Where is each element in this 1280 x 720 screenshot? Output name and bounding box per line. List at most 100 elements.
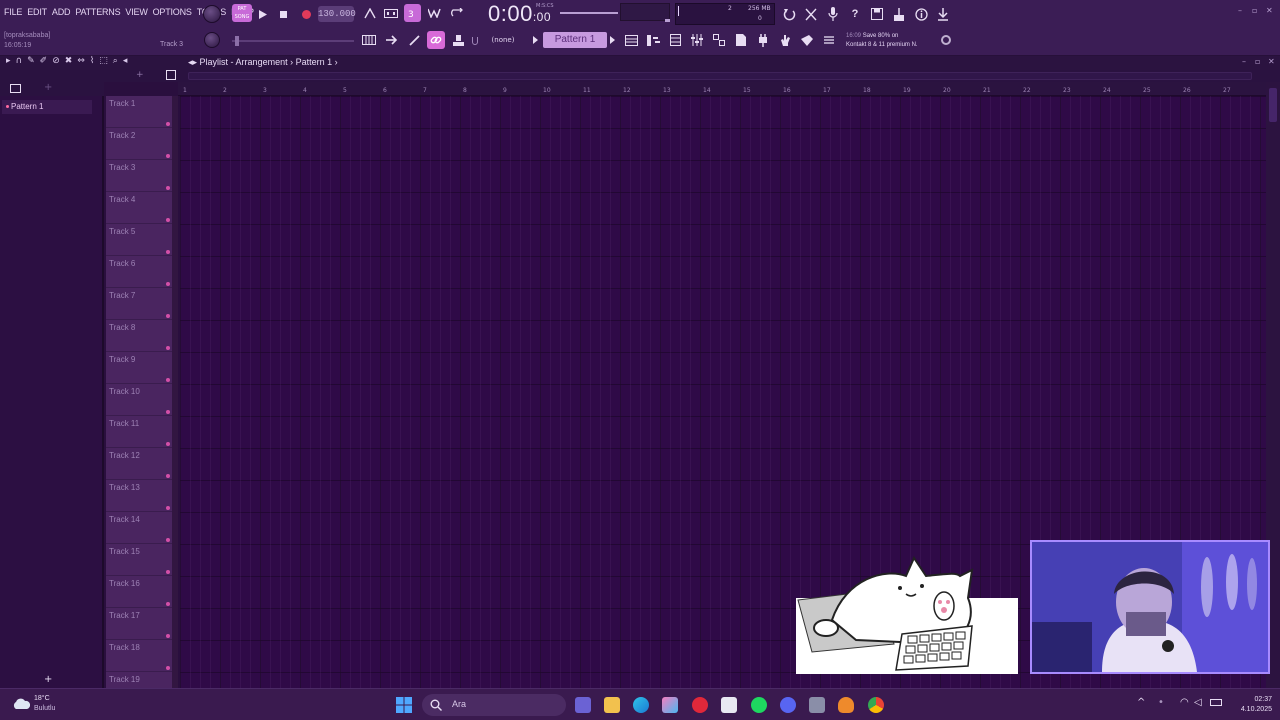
- picker-plus-icon[interactable]: +: [44, 82, 52, 93]
- keyboard-icon[interactable]: [166, 70, 176, 80]
- picker-keyboard-icon[interactable]: [10, 84, 21, 93]
- piano-roll-button[interactable]: [360, 32, 378, 48]
- help-button[interactable]: ?: [846, 5, 864, 23]
- vertical-scroll-thumb[interactable]: [1269, 88, 1277, 122]
- picker-add-button[interactable]: +: [44, 674, 52, 685]
- snap-arrow-button[interactable]: [383, 32, 401, 48]
- menu-item-add[interactable]: ADD: [52, 7, 71, 17]
- teams-app-icon[interactable]: [575, 697, 591, 713]
- track-mute-led[interactable]: [166, 570, 170, 574]
- pattern-next-button[interactable]: [607, 34, 617, 46]
- track-header[interactable]: Track 11: [106, 416, 178, 448]
- menu-item-options[interactable]: OPTIONS: [153, 7, 192, 17]
- step-edit-button[interactable]: [426, 5, 444, 21]
- plugin-database-button[interactable]: [754, 32, 772, 48]
- link-button[interactable]: [427, 31, 445, 49]
- track-header[interactable]: Track 18: [106, 640, 178, 672]
- download-button[interactable]: [934, 5, 952, 23]
- playlist-close-button[interactable]: ✕: [1268, 57, 1275, 66]
- window-minimize-button[interactable]: –: [1238, 6, 1242, 15]
- track-header[interactable]: Track 15: [106, 544, 178, 576]
- menu-item-patterns[interactable]: PATTERNS: [75, 7, 120, 17]
- track-header[interactable]: Track 9: [106, 352, 178, 384]
- countdown-button[interactable]: 3: [404, 4, 421, 22]
- browser-button[interactable]: [732, 32, 750, 48]
- channel-routing-button[interactable]: [710, 32, 728, 48]
- track-mute-led[interactable]: [166, 346, 170, 350]
- track-mute-led[interactable]: [166, 378, 170, 382]
- playlist-minimize-button[interactable]: –: [1242, 57, 1246, 66]
- menu-item-edit[interactable]: EDIT: [27, 7, 47, 17]
- track-mute-led[interactable]: [166, 634, 170, 638]
- horizontal-scrollbar[interactable]: [188, 72, 1252, 80]
- magnet-snap-icon[interactable]: ∩: [16, 56, 23, 66]
- settings-app-icon[interactable]: [809, 697, 825, 713]
- master-volume-slider[interactable]: [560, 12, 618, 14]
- pattern-song-toggle[interactable]: PAT SONG: [232, 4, 252, 22]
- discord-icon[interactable]: [780, 697, 796, 713]
- track-mute-led[interactable]: [166, 154, 170, 158]
- track-mute-led[interactable]: [166, 410, 170, 414]
- touch-keyboard-button[interactable]: [776, 32, 794, 48]
- start-button[interactable]: [396, 697, 412, 713]
- delete-tool-icon[interactable]: ⊘: [52, 56, 60, 66]
- tray-overflow-icon[interactable]: ^: [1137, 697, 1145, 708]
- info-button[interactable]: [912, 5, 930, 23]
- stop-button[interactable]: [276, 6, 290, 22]
- file-explorer-icon[interactable]: [604, 697, 620, 713]
- track-header[interactable]: Track 13: [106, 480, 178, 512]
- metronome-button[interactable]: [362, 5, 378, 21]
- taskbar-search[interactable]: Ara: [422, 694, 566, 716]
- news-toggle-button[interactable]: [820, 32, 838, 48]
- tray-volume-icon[interactable]: ◁: [1194, 697, 1202, 708]
- playlist-menu-arrow-icon[interactable]: ▸: [6, 56, 11, 66]
- track-mute-led[interactable]: [166, 218, 170, 222]
- undo-history-button[interactable]: [780, 5, 798, 23]
- track-header[interactable]: Track 5: [106, 224, 178, 256]
- add-track-icon[interactable]: +: [136, 70, 144, 80]
- opera-browser-icon[interactable]: [692, 697, 708, 713]
- snap-magnet-icon-button[interactable]: [471, 36, 479, 46]
- play-button[interactable]: [256, 6, 270, 22]
- pencil-tool-icon[interactable]: ✎: [27, 56, 35, 66]
- menu-item-view[interactable]: VIEW: [125, 7, 147, 17]
- track-mute-led[interactable]: [166, 474, 170, 478]
- track-mute-led[interactable]: [166, 506, 170, 510]
- stamp-button[interactable]: [449, 32, 467, 48]
- store-app-icon[interactable]: [721, 697, 737, 713]
- tray-microphone-icon[interactable]: •: [1158, 697, 1164, 708]
- edge-browser-icon[interactable]: [633, 697, 649, 713]
- pattern-prev-button[interactable]: [530, 34, 540, 46]
- track-mute-led[interactable]: [166, 538, 170, 542]
- track-header[interactable]: Track 6: [106, 256, 178, 288]
- track-mute-led[interactable]: [166, 602, 170, 606]
- track-header[interactable]: Track 17: [106, 608, 178, 640]
- window-maximize-button[interactable]: ▫: [1252, 6, 1257, 15]
- render-button[interactable]: [890, 5, 908, 23]
- audio-input-button[interactable]: [824, 5, 842, 23]
- master-pitch-knob[interactable]: [204, 32, 220, 48]
- track-mute-led[interactable]: [166, 314, 170, 318]
- snap-selector[interactable]: (none): [482, 33, 524, 47]
- chrome-browser-icon[interactable]: [868, 697, 884, 713]
- fl-studio-taskbar-icon[interactable]: [838, 697, 854, 713]
- track-header[interactable]: Track 1: [106, 96, 178, 128]
- track-mute-led[interactable]: [166, 250, 170, 254]
- track-mute-led[interactable]: [166, 282, 170, 286]
- window-close-button[interactable]: ✕: [1266, 6, 1273, 15]
- brush-tool-icon[interactable]: ✐: [40, 56, 48, 66]
- track-header[interactable]: Track 8: [106, 320, 178, 352]
- piano-roll-window-button[interactable]: [644, 32, 662, 48]
- slice-tool-icon[interactable]: ⌇: [90, 56, 94, 66]
- menu-item-file[interactable]: FILE: [4, 7, 22, 17]
- tempo-display[interactable]: 130.000: [318, 6, 356, 22]
- mixer-button[interactable]: [688, 32, 706, 48]
- draw-tool-button[interactable]: [405, 32, 423, 48]
- mute-tool-icon[interactable]: ✖: [65, 56, 73, 66]
- copilot-icon[interactable]: [662, 697, 678, 713]
- wait-input-button[interactable]: [383, 5, 399, 21]
- track-mute-led[interactable]: [166, 442, 170, 446]
- zoom-tool-icon[interactable]: ⌕: [113, 56, 118, 66]
- track-header[interactable]: Track 10: [106, 384, 178, 416]
- track-header[interactable]: Track 2: [106, 128, 178, 160]
